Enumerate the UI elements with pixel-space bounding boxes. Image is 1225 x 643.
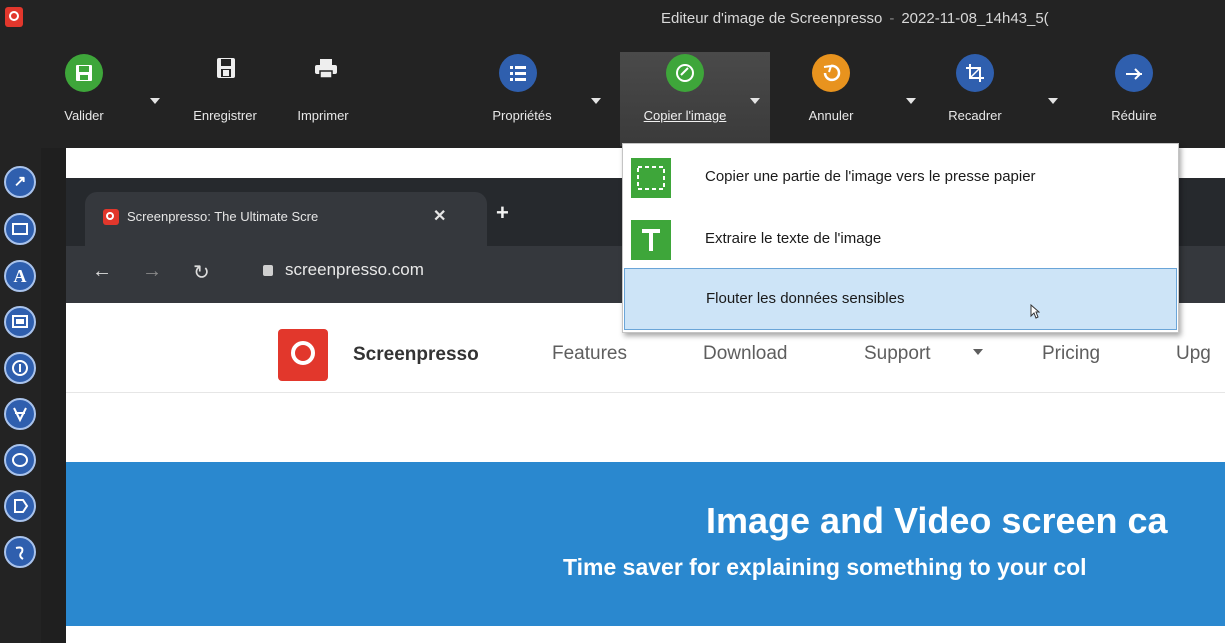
- print-label: Imprimer: [297, 108, 349, 123]
- validate-dropdown-arrow[interactable]: [150, 98, 160, 104]
- undo-dropdown-arrow[interactable]: [906, 98, 916, 104]
- save-button[interactable]: Enregistrer: [180, 54, 270, 148]
- hero-banner: Image and Video screen ca Time saver for…: [66, 462, 1225, 626]
- crop-label: Recadrer: [948, 108, 1002, 123]
- reduce-button[interactable]: Réduire: [1084, 54, 1184, 148]
- copy-image-label: Copier l'image: [643, 108, 727, 123]
- print-button[interactable]: Imprimer: [278, 54, 368, 148]
- hero-subtitle: Time saver for explaining something to y…: [563, 554, 1087, 580]
- floppy-check-icon: [65, 54, 103, 92]
- undo-icon: [812, 54, 850, 92]
- nav-pricing: Pricing: [1042, 343, 1101, 364]
- copy-image-menu: Copier une partie de l'image vers le pre…: [622, 143, 1179, 333]
- menu-item-label: Copier une partie de l'image vers le pre…: [705, 168, 1036, 185]
- freehand-tool-icon[interactable]: [4, 536, 36, 568]
- screenpresso-logo-icon: [5, 7, 23, 27]
- properties-dropdown-arrow[interactable]: [591, 98, 601, 104]
- site-logo-icon: [278, 329, 328, 381]
- floppy-icon: [212, 56, 242, 86]
- reduce-label: Réduire: [1111, 108, 1157, 123]
- site-brand: Screenpresso: [353, 344, 479, 365]
- crop-button[interactable]: Recadrer: [930, 54, 1020, 148]
- validate-label: Valider: [64, 108, 104, 123]
- step-number-tool-icon[interactable]: [4, 352, 36, 384]
- menu-item-label: Flouter les données sensibles: [706, 290, 905, 307]
- rectangle-tool-icon[interactable]: [4, 213, 36, 245]
- new-tab-icon: +: [496, 200, 509, 225]
- browser-tab: Screenpresso: The Ultimate Scre ✕: [85, 192, 487, 246]
- ellipse-tool-icon[interactable]: [4, 444, 36, 476]
- properties-button[interactable]: Propriétés: [472, 54, 572, 148]
- tab-title: Screenpresso: The Ultimate Scre: [127, 209, 319, 224]
- crop-dropdown-arrow[interactable]: [1048, 98, 1058, 104]
- window-title-text: Editeur d'image de Screenpresso: [661, 10, 883, 27]
- text-extract-icon: [631, 220, 671, 260]
- menu-item-blur-sensitive[interactable]: Flouter les données sensibles: [624, 268, 1177, 330]
- menu-item-label: Extraire le texte de l'image: [705, 230, 882, 247]
- printer-icon: [311, 58, 341, 88]
- tab-close-icon: ✕: [433, 208, 447, 225]
- nav-support: Support: [864, 343, 931, 364]
- crop-icon: [956, 54, 994, 92]
- magnifier-tool-icon[interactable]: [4, 398, 36, 430]
- forward-icon: →: [142, 260, 162, 282]
- nav-upgrade: Upg: [1176, 343, 1211, 364]
- title-bar: Editeur d'image de Screenpresso -2022-11-…: [0, 0, 1225, 38]
- back-icon: ←: [92, 260, 112, 282]
- copy-image-button[interactable]: Copier l'image: [620, 54, 750, 148]
- window-title: Editeur d'image de Screenpresso -2022-11-…: [661, 10, 1049, 27]
- nav-features: Features: [552, 343, 627, 364]
- highlight-tool-icon[interactable]: [4, 490, 36, 522]
- undo-button[interactable]: Annuler: [786, 54, 876, 148]
- text-tool-icon[interactable]: A: [4, 260, 36, 292]
- list-icon: [499, 54, 537, 92]
- lock-icon: [263, 265, 273, 276]
- callout-tool-icon[interactable]: [4, 306, 36, 338]
- arrow-tool-icon[interactable]: ↗: [4, 166, 36, 198]
- favicon-icon: [103, 209, 119, 225]
- hero-title: Image and Video screen ca: [706, 500, 1168, 541]
- mouse-cursor-icon: [1030, 303, 1041, 319]
- menu-item-extract-text[interactable]: Extraire le texte de l'image: [623, 208, 1178, 270]
- support-chevron-icon: [973, 349, 983, 355]
- url-text: screenpresso.com: [285, 260, 424, 279]
- selection-icon: [631, 158, 671, 198]
- copy-image-dropdown-arrow[interactable]: [750, 98, 760, 104]
- nav-download: Download: [703, 343, 788, 364]
- clipboard-copy-icon: [666, 54, 704, 92]
- properties-label: Propriétés: [492, 108, 552, 123]
- validate-button[interactable]: Valider: [44, 54, 124, 148]
- save-label: Enregistrer: [193, 108, 257, 123]
- undo-label: Annuler: [808, 108, 854, 123]
- menu-item-copy-region[interactable]: Copier une partie de l'image vers le pre…: [623, 146, 1178, 208]
- reload-icon: ↻: [193, 262, 210, 284]
- window-filename: 2022-11-08_14h43_5(: [901, 10, 1049, 27]
- reduce-icon: [1115, 54, 1153, 92]
